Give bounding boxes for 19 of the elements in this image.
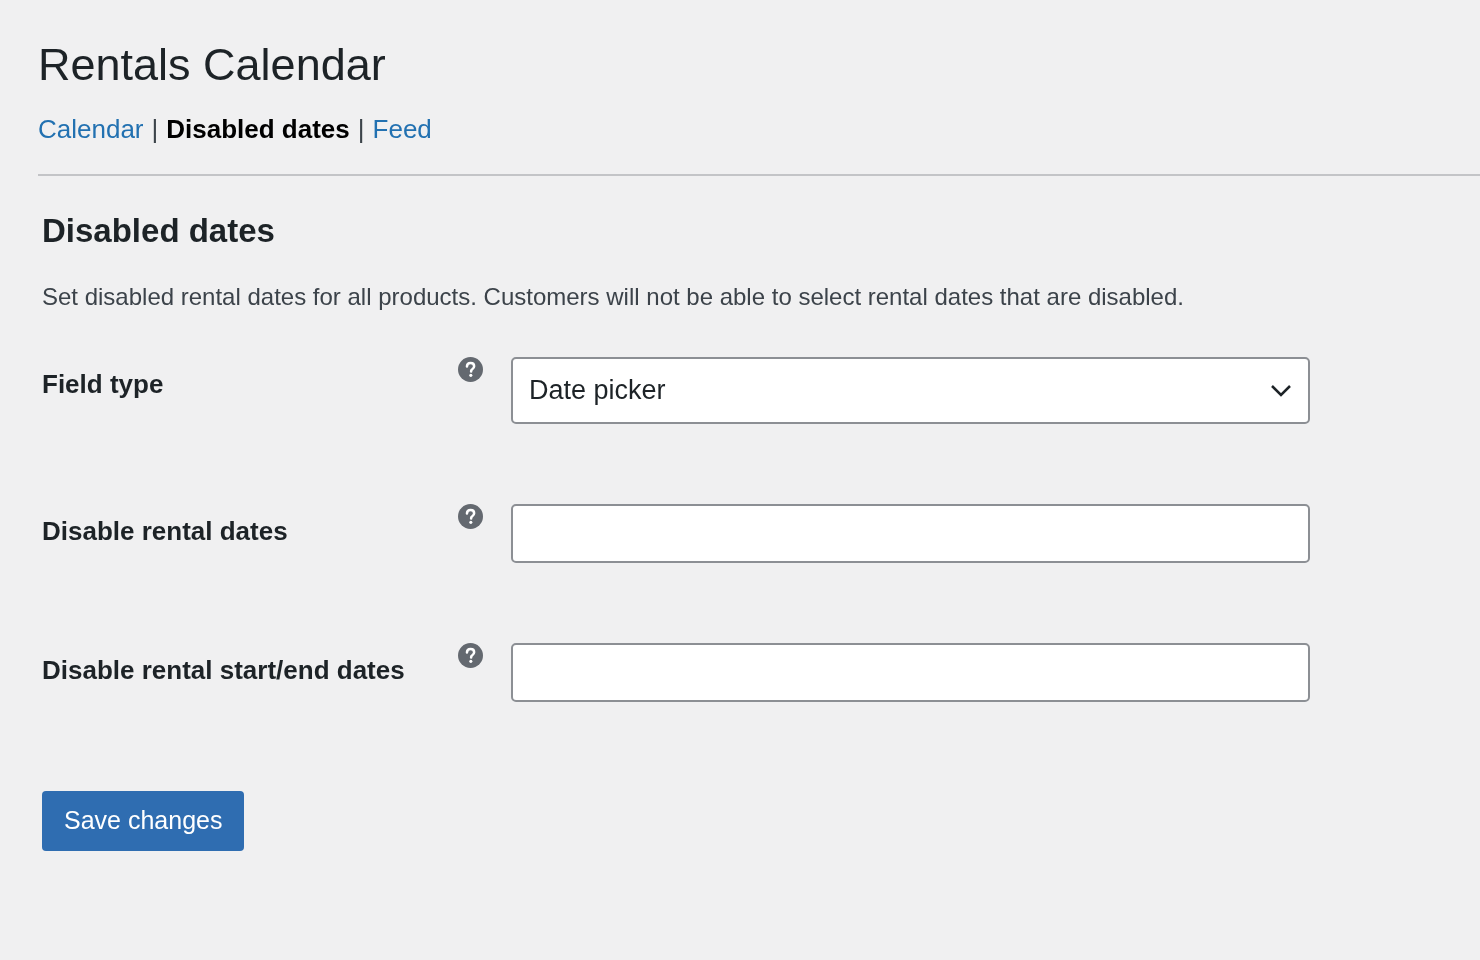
- page-title: Rentals Calendar: [38, 38, 387, 92]
- section-heading: Disabled dates: [42, 211, 276, 251]
- field-label: Disable rental dates: [42, 515, 289, 548]
- nav-separator: |: [357, 113, 365, 146]
- nav-link[interactable]: Feed: [372, 112, 432, 146]
- field-label: Field type: [42, 368, 165, 401]
- chevron-down-icon: [1270, 384, 1292, 397]
- help-icon[interactable]: [458, 357, 483, 382]
- input-field[interactable]: [511, 504, 1310, 563]
- nav-link[interactable]: Disabled dates: [166, 112, 350, 146]
- field-type-select[interactable]: Date picker: [511, 357, 1310, 424]
- input-field[interactable]: [511, 643, 1310, 702]
- save-button[interactable]: Save changes: [42, 791, 245, 851]
- nav-link[interactable]: Calendar: [38, 112, 144, 146]
- nav-separator: |: [151, 113, 159, 146]
- section-description: Set disabled rental dates for all products. Customers will not be able to select rental dates that are disabled.: [42, 282, 1185, 312]
- field-label: Disable rental start/end dates: [42, 654, 406, 687]
- help-icon[interactable]: [458, 643, 483, 668]
- help-icon[interactable]: [458, 504, 483, 529]
